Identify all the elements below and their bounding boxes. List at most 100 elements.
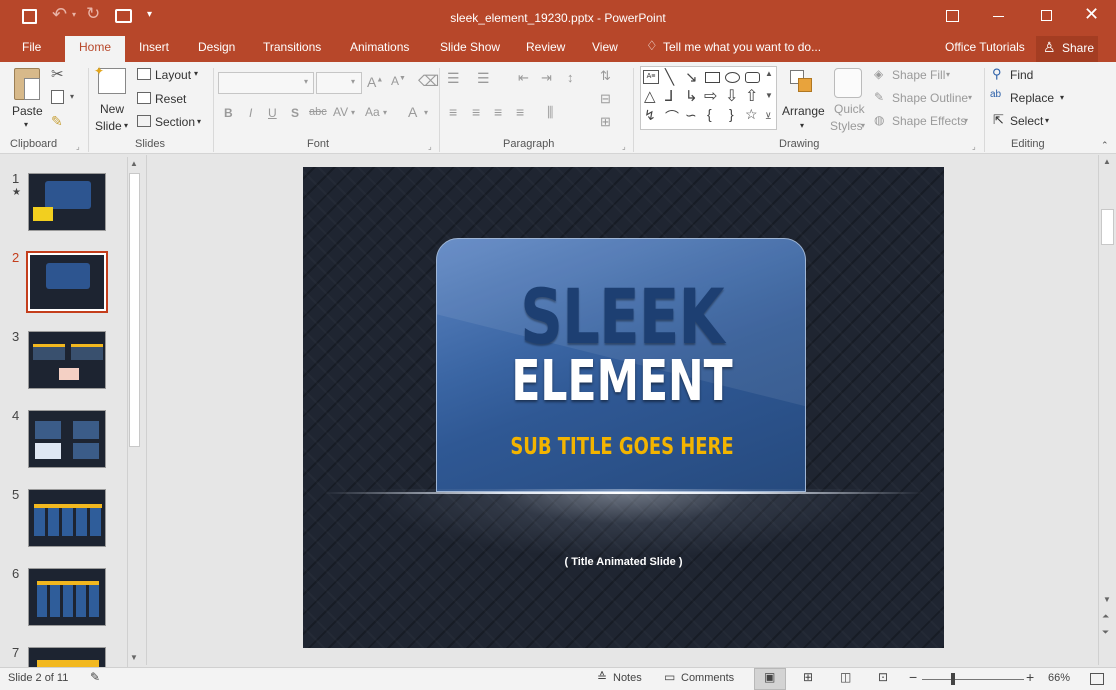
current-slide[interactable]: SLEEK ELEMENT SUB TITLE GOES HERE ( Titl… [303, 167, 944, 648]
gallery-scroll-down-icon[interactable]: ▼ [765, 91, 773, 100]
align-right-icon[interactable]: ≡ [494, 104, 502, 120]
italic-button[interactable]: I [249, 106, 252, 120]
zoom-in-icon[interactable]: + [1026, 669, 1034, 685]
tab-view[interactable]: View [592, 40, 618, 54]
line-spacing-icon[interactable]: ↕ [567, 70, 574, 85]
align-left-icon[interactable]: ≡ [449, 104, 457, 120]
copy-icon[interactable] [51, 90, 64, 104]
section-dropdown-icon[interactable]: ▾ [197, 117, 201, 126]
change-case-dropdown-icon[interactable]: ▾ [383, 108, 387, 117]
close-icon[interactable]: ✕ [1084, 4, 1099, 25]
font-launcher-icon[interactable]: ⌟ [428, 142, 432, 151]
tab-animations[interactable]: Animations [350, 40, 409, 54]
right-arrow-shape-icon[interactable]: ⇨ [704, 86, 717, 106]
slide-subtitle[interactable]: SUB TITLE GOES HERE [478, 433, 767, 461]
bullets-icon[interactable]: ☰ [447, 70, 460, 87]
clipboard-launcher-icon[interactable]: ⌟ [76, 142, 80, 151]
elbow-arrow-shape-icon[interactable]: ↳ [685, 87, 698, 105]
copy-dropdown-icon[interactable]: ▾ [70, 92, 74, 101]
drawing-launcher-icon[interactable]: ⌟ [972, 142, 976, 151]
tab-insert[interactable]: Insert [139, 40, 169, 54]
shape-outline-button[interactable]: Shape Outline [892, 91, 968, 105]
underline-button[interactable]: U [268, 106, 277, 120]
s-curve-shape-icon[interactable]: ∽ [685, 107, 697, 124]
font-name-dropdown-icon[interactable]: ▾ [304, 77, 308, 86]
align-text-icon[interactable]: ⊟ [600, 91, 611, 107]
slide-title-line-2[interactable]: ELEMENT [481, 352, 762, 412]
tab-file[interactable]: File [22, 40, 41, 54]
reading-view-icon[interactable]: ◫ [840, 670, 851, 684]
find-button[interactable]: Find [1010, 68, 1033, 82]
gallery-scroll-up-icon[interactable]: ▲ [765, 69, 773, 78]
slide-thumbnail-6[interactable] [28, 568, 106, 626]
character-spacing-button[interactable]: AV [333, 105, 348, 119]
paragraph-launcher-icon[interactable]: ⌟ [622, 142, 626, 151]
text-direction-icon[interactable]: ⇅ [600, 68, 611, 84]
layout-button[interactable]: Layout [155, 68, 191, 82]
tab-transitions[interactable]: Transitions [263, 40, 321, 54]
zoom-level[interactable]: 66% [1048, 672, 1070, 684]
title-panel[interactable]: SLEEK ELEMENT SUB TITLE GOES HERE [436, 238, 806, 492]
slide-thumbnail-3[interactable] [28, 331, 106, 389]
slide-sorter-icon[interactable]: ⊞ [803, 670, 813, 684]
tab-slide-show[interactable]: Slide Show [440, 40, 500, 54]
notes-button[interactable]: Notes [613, 672, 642, 684]
format-painter-icon[interactable]: ✎ [51, 113, 63, 130]
gallery-more-icon[interactable]: ⊻ [765, 111, 772, 122]
zoom-slider[interactable] [922, 673, 1024, 685]
font-color-button[interactable]: A [408, 104, 417, 120]
new-slide-button[interactable]: ✦ New Slide ▾ [92, 64, 130, 136]
slide-thumbnail-5[interactable] [28, 489, 106, 547]
tab-design[interactable]: Design [198, 40, 235, 54]
text-box-shape-icon[interactable]: A≡ [643, 70, 659, 84]
oval-shape-icon[interactable] [725, 72, 740, 83]
layout-dropdown-icon[interactable]: ▾ [194, 69, 198, 78]
slide-show-icon[interactable]: ⊡ [878, 670, 888, 684]
tab-review[interactable]: Review [526, 40, 565, 54]
replace-button[interactable]: Replace [1010, 91, 1054, 105]
increase-font-icon[interactable]: A▲ [367, 74, 383, 90]
slide-thumbnail-2[interactable] [26, 251, 108, 313]
scroll-up-icon[interactable]: ▲ [1103, 157, 1111, 166]
numbering-icon[interactable]: ☰ [477, 70, 490, 87]
slide-caption[interactable]: ( Title Animated Slide ) [303, 556, 944, 568]
arc-shape-icon[interactable]: ⌒ [665, 107, 679, 127]
office-tutorials-link[interactable]: Office Tutorials [945, 40, 1025, 54]
triangle-shape-icon[interactable]: △ [644, 87, 656, 105]
previous-slide-icon[interactable]: ⏶ [1102, 611, 1109, 622]
tab-home[interactable]: Home [65, 36, 126, 62]
scroll-down-icon[interactable]: ▼ [1103, 595, 1111, 604]
columns-icon[interactable]: ⫼ [547, 104, 553, 121]
replace-dropdown-icon[interactable]: ▾ [1060, 93, 1064, 102]
rectangle-shape-icon[interactable] [705, 72, 720, 83]
font-size-box[interactable] [316, 72, 362, 94]
strikethrough-button[interactable]: abc [309, 106, 327, 118]
slide-thumbnail-4[interactable] [28, 410, 106, 468]
tell-me-box[interactable]: Tell me what you want to do... [663, 40, 821, 54]
next-slide-icon[interactable]: ⏷ [1102, 627, 1109, 638]
shape-outline-dropdown-icon[interactable]: ▾ [968, 93, 972, 102]
minimize-icon[interactable] [993, 16, 1004, 17]
comments-button[interactable]: Comments [681, 672, 734, 684]
curve-shape-icon[interactable]: ↯ [644, 107, 656, 124]
reset-button[interactable]: Reset [155, 92, 186, 106]
shape-effects-button[interactable]: Shape Effects [892, 114, 967, 128]
paste-button[interactable]: Paste ▾ [8, 66, 46, 134]
scroll-thumb[interactable] [129, 173, 140, 447]
zoom-slider-thumb[interactable] [951, 673, 955, 685]
increase-indent-icon[interactable]: ⇥ [541, 70, 552, 86]
shapes-gallery[interactable]: A≡ ╲ ↘ △ ⅃ ↳ ⇨ ⇩ ⇧ ↯ ⌒ ∽ { } ☆ ▲ ▼ ⊻ [640, 66, 777, 130]
shadow-button[interactable]: S [291, 106, 299, 120]
ribbon-display-options-icon[interactable] [946, 10, 959, 22]
cut-icon[interactable]: ✂ [51, 65, 64, 83]
scroll-thumb[interactable] [1101, 209, 1114, 245]
font-size-dropdown-icon[interactable]: ▾ [351, 77, 355, 86]
down-arrow-shape-icon[interactable]: ⇩ [725, 86, 738, 106]
editor-scrollbar[interactable]: ▲ ▼ ⏶ ⏷ [1098, 155, 1116, 665]
font-color-dropdown-icon[interactable]: ▾ [424, 108, 428, 117]
shape-fill-dropdown-icon[interactable]: ▾ [946, 70, 950, 79]
elbow-connector-shape-icon[interactable]: ⅃ [665, 87, 673, 105]
zoom-out-icon[interactable]: − [909, 669, 917, 685]
select-button[interactable]: Select [1010, 114, 1043, 128]
font-name-box[interactable] [218, 72, 314, 94]
